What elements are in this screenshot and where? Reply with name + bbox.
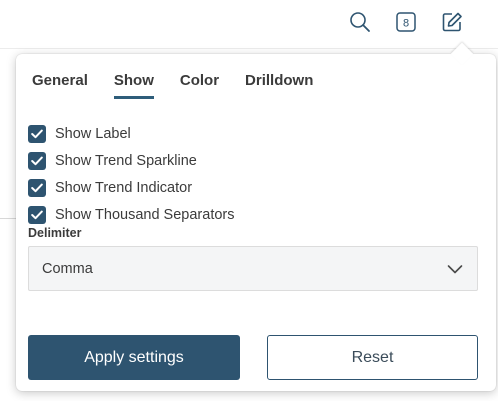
tab-drilldown[interactable]: Drilldown bbox=[245, 72, 313, 99]
checkbox-checked-icon[interactable] bbox=[28, 178, 46, 197]
badge-number: 8 bbox=[403, 18, 409, 30]
checkbox-label: Show Thousand Separators bbox=[55, 206, 235, 223]
checkbox-label: Show Trend Sparkline bbox=[55, 152, 197, 169]
checkbox-show-trend-sparkline[interactable]: Show Trend Sparkline bbox=[28, 147, 235, 174]
apply-settings-button[interactable]: Apply settings bbox=[28, 335, 240, 380]
checkbox-checked-icon[interactable] bbox=[28, 205, 46, 224]
checkbox-checked-icon[interactable] bbox=[28, 151, 46, 170]
checkbox-label: Show Label bbox=[55, 125, 131, 142]
edit-icon[interactable] bbox=[440, 10, 464, 34]
reset-button[interactable]: Reset bbox=[267, 335, 478, 380]
search-icon[interactable] bbox=[348, 10, 372, 34]
checkbox-show-label[interactable]: Show Label bbox=[28, 120, 235, 147]
checkbox-show-thousand-separators[interactable]: Show Thousand Separators bbox=[28, 201, 235, 228]
badge-8-icon[interactable]: 8 bbox=[394, 10, 418, 34]
popover-caret bbox=[450, 42, 474, 66]
delimiter-select[interactable]: Comma bbox=[28, 246, 478, 291]
tab-general[interactable]: General bbox=[32, 72, 88, 99]
chevron-down-icon bbox=[447, 265, 463, 274]
delimiter-label: Delimiter bbox=[28, 226, 82, 240]
tab-color[interactable]: Color bbox=[180, 72, 219, 99]
checkbox-show-trend-indicator[interactable]: Show Trend Indicator bbox=[28, 174, 235, 201]
show-options: Show Label Show Trend Sparkline Show Tre… bbox=[28, 120, 235, 228]
checkbox-label: Show Trend Indicator bbox=[55, 179, 193, 196]
delimiter-value: Comma bbox=[42, 260, 93, 277]
top-toolbar: 8 bbox=[348, 10, 464, 34]
settings-tabs: General Show Color Drilldown bbox=[32, 72, 313, 99]
header-divider bbox=[0, 48, 498, 49]
checkbox-checked-icon[interactable] bbox=[28, 124, 46, 143]
tab-show[interactable]: Show bbox=[113, 72, 154, 99]
settings-popover: General Show Color Drilldown Show Label … bbox=[16, 42, 496, 391]
